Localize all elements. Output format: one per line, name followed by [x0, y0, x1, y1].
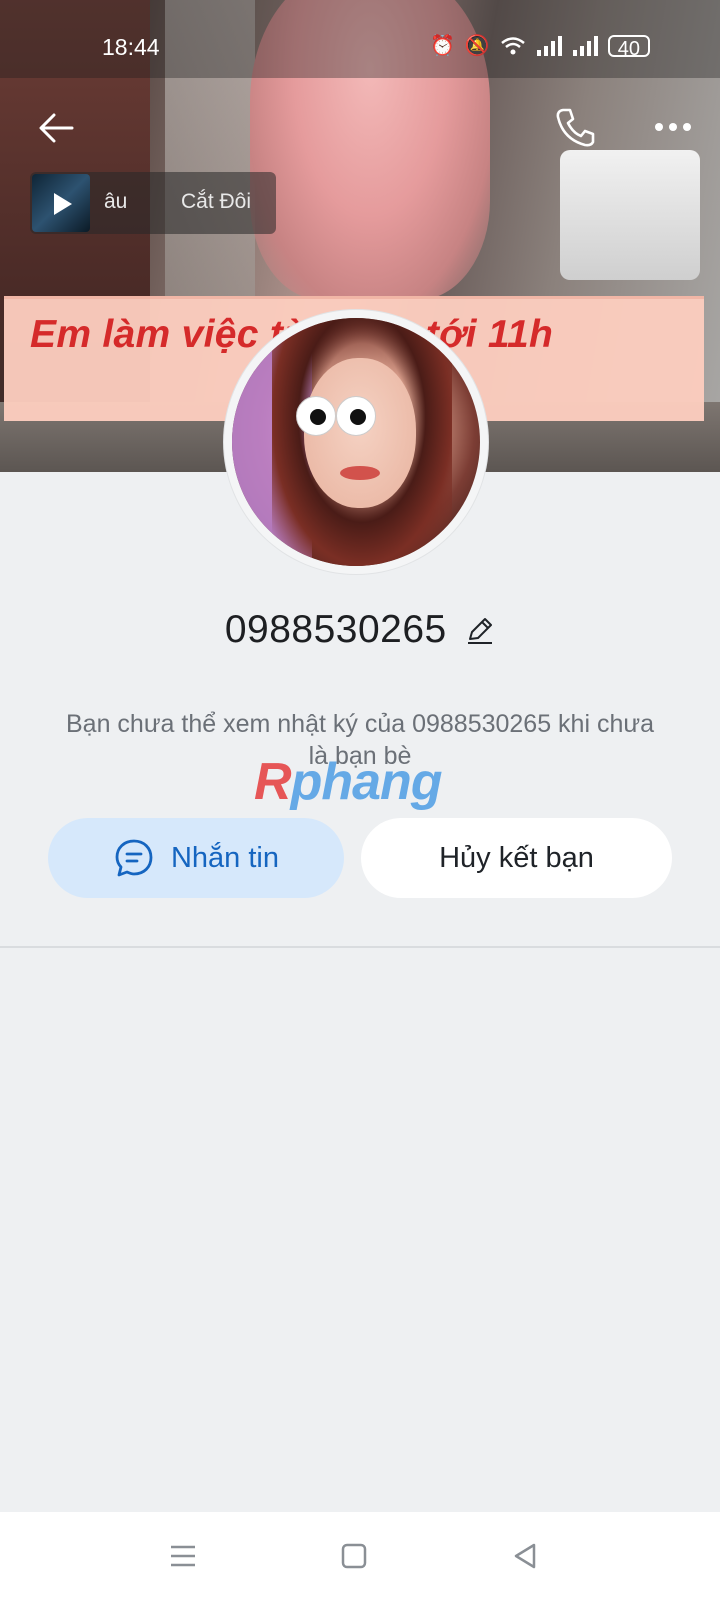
unfriend-button[interactable]: Hủy kết bạn	[361, 818, 672, 898]
nav-recents-button[interactable]	[165, 1538, 201, 1574]
status-bar: 18:44 ⏰ 🔕 40	[0, 0, 720, 78]
pencil-icon	[468, 618, 493, 644]
music-artist: âu	[104, 190, 128, 213]
googly-eye-sticker	[336, 396, 376, 436]
status-icons: ⏰ 🔕 40	[429, 34, 650, 60]
arrow-left-icon	[39, 113, 74, 143]
mute-icon: 🔕	[464, 35, 490, 57]
chat-bubble-icon	[115, 839, 153, 877]
watermark-logo: Rphang	[254, 752, 443, 812]
nav-home-button[interactable]	[336, 1538, 372, 1574]
play-icon	[54, 193, 72, 215]
cover-photo-bg	[560, 150, 700, 280]
unfriend-button-label: Hủy kết bạn	[439, 841, 594, 874]
wifi-icon	[500, 37, 525, 55]
phone-icon	[556, 108, 595, 147]
avatar-image-lips	[340, 466, 380, 480]
googly-eye-sticker	[296, 396, 336, 436]
message-button-label: Nhắn tin	[170, 841, 279, 874]
watermark-text: phang	[290, 753, 443, 811]
system-nav-bar	[0, 1512, 720, 1600]
back-icon	[514, 1543, 536, 1569]
alarm-icon: ⏰	[429, 35, 455, 57]
profile-name: 0988530265	[224, 608, 447, 651]
home-icon	[341, 1543, 367, 1569]
more-horizontal-icon	[655, 123, 691, 131]
avatar[interactable]	[224, 310, 488, 574]
music-title: Cắt Đôi	[181, 190, 252, 213]
signal-icon	[536, 36, 562, 56]
nav-back-button[interactable]	[507, 1538, 543, 1574]
menu-icon	[171, 1545, 195, 1567]
watermark-r: R	[254, 753, 292, 811]
message-button[interactable]: Nhắn tin	[48, 818, 344, 898]
call-button[interactable]	[553, 105, 597, 149]
status-time: 18:44	[102, 34, 160, 60]
avatar-image	[232, 318, 480, 566]
profile-name-row: 0988530265	[0, 608, 720, 652]
profile-music-chip[interactable]: âu Cắt Đôi	[30, 172, 276, 234]
divider	[0, 946, 720, 948]
battery-indicator: 40	[607, 35, 650, 60]
signal-icon	[572, 36, 598, 56]
more-options-button[interactable]	[653, 112, 693, 142]
album-art	[32, 174, 90, 232]
back-button[interactable]	[36, 108, 76, 148]
edit-name-button[interactable]	[465, 615, 495, 645]
